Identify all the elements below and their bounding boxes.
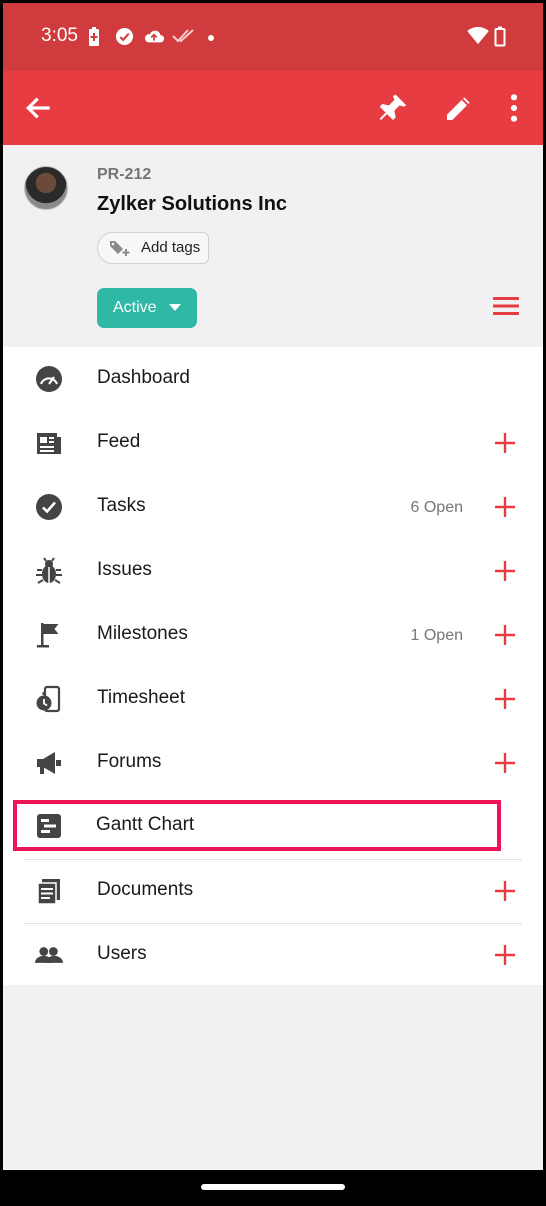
add-issue-icon[interactable]: [493, 559, 517, 583]
chevron-down-icon: [169, 304, 181, 311]
add-user-icon[interactable]: [493, 943, 517, 967]
module-item-gantt-chart[interactable]: Gantt Chart: [3, 795, 543, 859]
status-label: Active: [113, 299, 157, 316]
add-milestone-icon[interactable]: [493, 623, 517, 647]
open-count: 6 Open: [410, 499, 463, 516]
wifi-icon: [467, 27, 489, 45]
project-name: Zylker Solutions Inc: [97, 193, 288, 215]
module-item-documents[interactable]: Documents: [3, 859, 543, 923]
status-bar: 3:05: [3, 3, 543, 71]
project-header: PR-212 Zylker Solutions Inc Add tags Act…: [3, 145, 543, 347]
module-label: Milestones: [97, 623, 188, 644]
battery-icon: [494, 26, 506, 47]
gantt-icon: [37, 814, 61, 838]
module-item-users[interactable]: Users: [3, 923, 543, 987]
add-task-icon[interactable]: [493, 495, 517, 519]
module-label: Users: [97, 943, 147, 964]
module-label: Timesheet: [97, 687, 185, 708]
system-navigation-bar: [3, 1170, 543, 1203]
megaphone-icon: [37, 752, 61, 774]
project-module-list: Dashboard Feed Tasks 6 Open Issues Miles…: [3, 347, 543, 985]
module-label: Tasks: [97, 495, 146, 516]
module-item-feed[interactable]: Feed: [3, 411, 543, 475]
module-label: Dashboard: [97, 367, 190, 388]
check-circle-icon: [36, 494, 62, 520]
project-id: PR-212: [97, 166, 152, 183]
status-time: 3:05: [41, 25, 78, 46]
documents-icon: [37, 879, 60, 905]
pin-icon[interactable]: [377, 92, 409, 124]
module-item-issues[interactable]: Issues: [3, 539, 543, 603]
module-item-tasks[interactable]: Tasks 6 Open: [3, 475, 543, 539]
module-label: Issues: [97, 559, 152, 580]
battery-saver-icon: [89, 27, 99, 46]
home-gesture-pill[interactable]: [201, 1184, 345, 1190]
add-forum-icon[interactable]: [493, 751, 517, 775]
add-feed-icon[interactable]: [493, 431, 517, 455]
module-item-dashboard[interactable]: Dashboard: [3, 347, 543, 411]
check-badge-icon: [115, 27, 134, 46]
notification-dot-icon: [208, 35, 214, 41]
newspaper-icon: [37, 433, 61, 454]
add-tags-label: Add tags: [141, 239, 201, 256]
flag-icon: [37, 623, 59, 648]
speedometer-icon: [36, 366, 62, 392]
more-vertical-icon[interactable]: [498, 92, 530, 124]
module-label: Forums: [97, 751, 162, 772]
double-check-icon: [172, 29, 194, 43]
open-count: 1 Open: [410, 627, 463, 644]
hamburger-menu-icon[interactable]: [493, 295, 519, 317]
pencil-icon[interactable]: [443, 92, 475, 124]
cloud-upload-icon: [145, 30, 165, 43]
add-tags-button[interactable]: Add tags: [97, 232, 209, 264]
add-timesheet-icon[interactable]: [493, 687, 517, 711]
module-item-milestones[interactable]: Milestones 1 Open: [3, 603, 543, 667]
add-document-icon[interactable]: [493, 879, 517, 903]
app-toolbar: [3, 71, 543, 145]
module-item-timesheet[interactable]: Timesheet: [3, 667, 543, 731]
users-icon: [35, 947, 63, 963]
bug-icon: [36, 557, 62, 584]
status-dropdown[interactable]: Active: [97, 288, 197, 328]
project-owner-avatar: [24, 166, 68, 210]
module-label: Feed: [97, 431, 141, 452]
module-item-forums[interactable]: Forums: [3, 731, 543, 795]
module-label: Documents: [97, 879, 194, 900]
app-screen: 3:05 PR-212 Zylker Solutions Inc Add tag…: [3, 3, 543, 1203]
tag-add-icon: [110, 241, 130, 256]
back-arrow-icon[interactable]: [23, 92, 55, 124]
module-label: Gantt Chart: [96, 814, 195, 835]
stopwatch-icon: [36, 685, 61, 713]
